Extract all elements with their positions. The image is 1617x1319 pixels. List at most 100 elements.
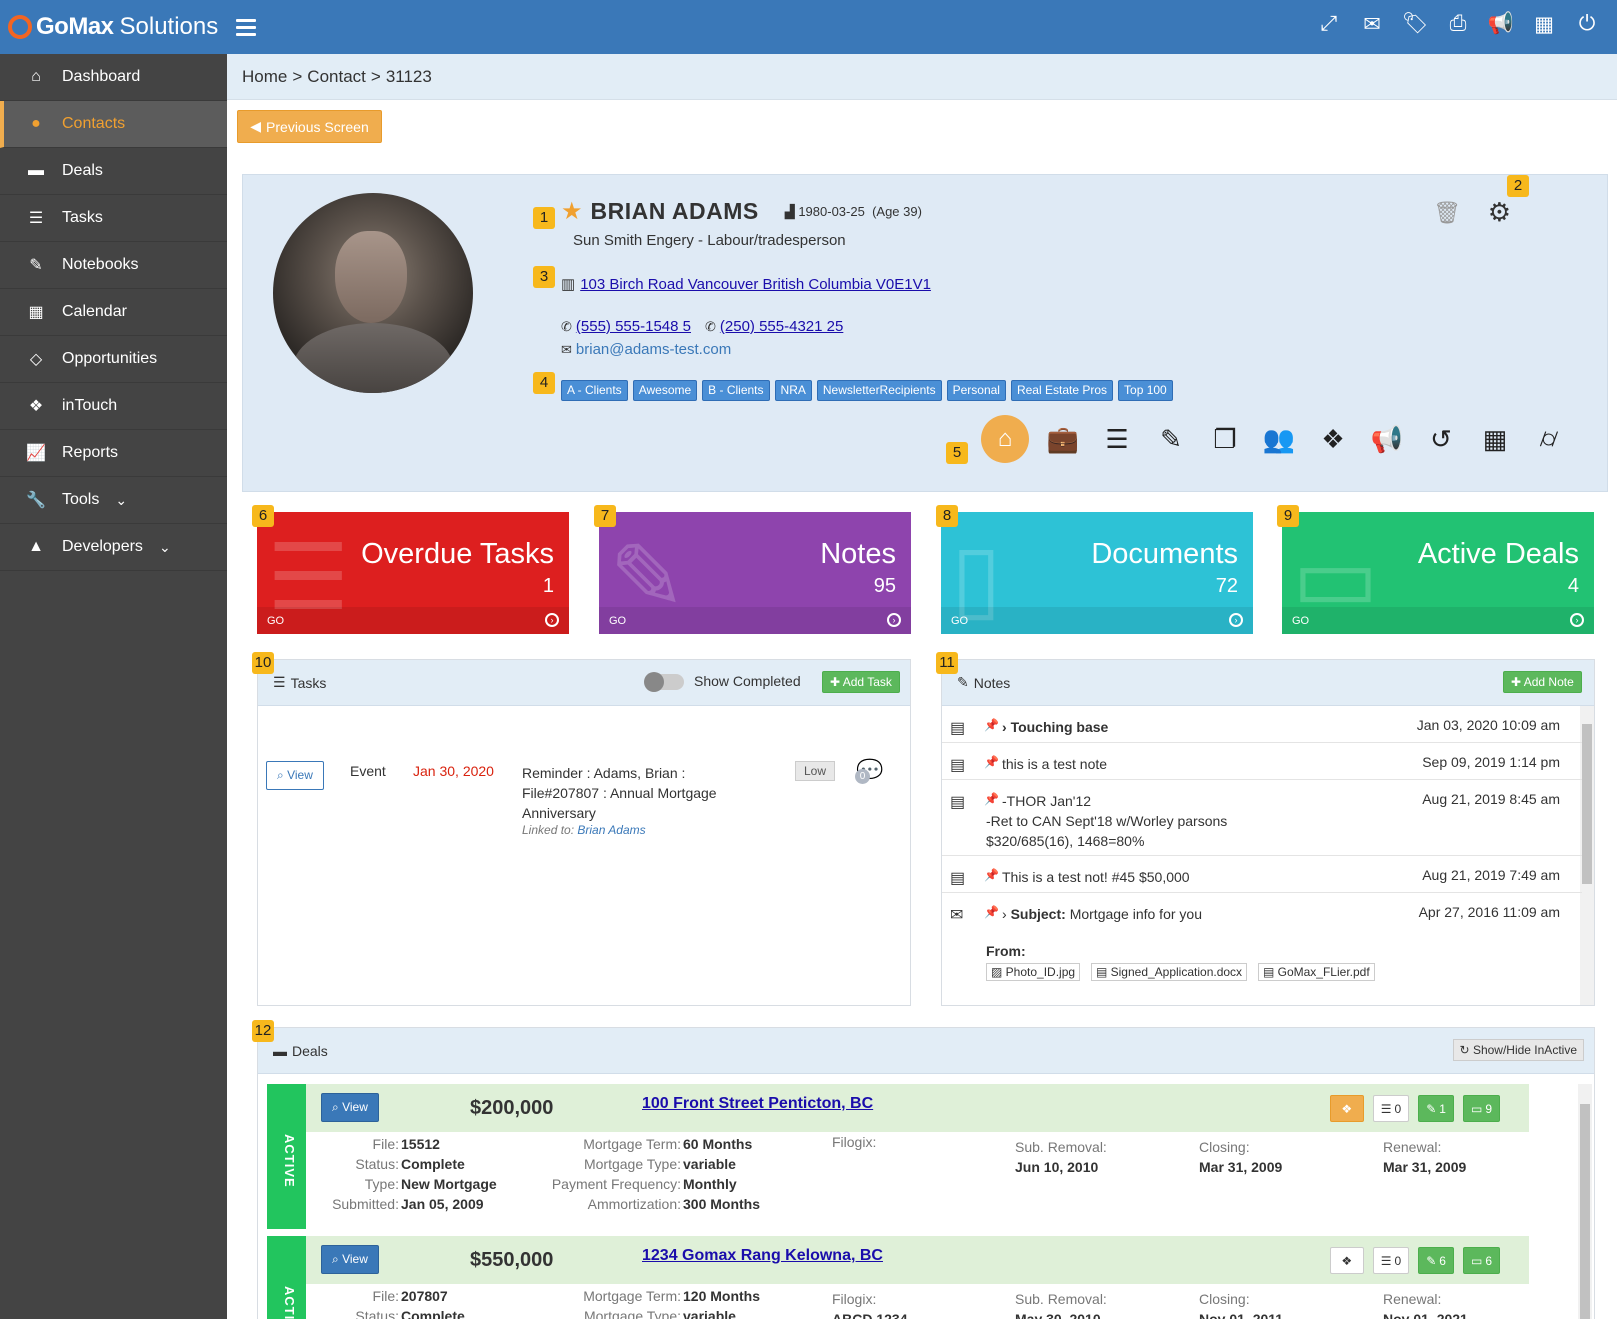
pin-icon[interactable]: 📌 <box>984 755 999 769</box>
history-icon[interactable]: ↺ <box>1425 423 1457 455</box>
note-row[interactable]: ▤ 📌 This is a test not! #45 $50,000 Aug 2… <box>942 856 1582 893</box>
sidebar-item-tasks[interactable]: ☰ Tasks <box>0 195 227 242</box>
deal-address-link[interactable]: 1234 Gomax Rang Kelowna, BC <box>642 1247 883 1265</box>
note-row[interactable]: ▤ 📌 › Touching base Jan 03, 2020 10:09 am <box>942 706 1582 743</box>
pin-icon[interactable]: 📌 <box>984 868 999 882</box>
phone-link-1[interactable]: (555) 555-1548 5 <box>576 318 691 335</box>
tag[interactable]: Top 100 <box>1118 380 1173 401</box>
app-logo[interactable]: GoMax Solutions <box>8 12 218 42</box>
tag[interactable]: B - Clients <box>702 380 770 401</box>
attachment-file[interactable]: ▤ Signed_Application.docx <box>1090 963 1248 981</box>
add-task-button[interactable]: ✚ Add Task <box>822 671 900 693</box>
deal-notes-button[interactable]: ✎ 1 <box>1418 1095 1454 1122</box>
arrow-circle-right-icon[interactable]: › <box>1570 613 1584 627</box>
edit-icon: ✎ <box>1426 1253 1437 1268</box>
previous-screen-button[interactable]: ◀ Previous Screen <box>237 110 382 143</box>
sidebar-item-reports[interactable]: 📈 Reports <box>0 430 227 477</box>
home-icon: ⌂ <box>31 68 41 85</box>
sidebar-item-deals[interactable]: ▬ Deals <box>0 148 227 195</box>
gear-icon[interactable]: ⚙ <box>1488 197 1511 228</box>
users-icon[interactable]: 👥 <box>1263 423 1295 455</box>
tile-go-link[interactable]: GO <box>951 615 968 627</box>
sidebar-item-dashboard[interactable]: ⌂ Dashboard <box>0 54 227 101</box>
bullhorn-icon[interactable]: 📢 <box>1371 423 1403 455</box>
sidebar-item-contacts[interactable]: ● Contacts <box>0 101 227 148</box>
scrollbar[interactable] <box>1578 1084 1592 1319</box>
trash-icon[interactable]: 🗑 <box>1433 200 1461 226</box>
sidebar-item-intouch[interactable]: ❖ inTouch <box>0 383 227 430</box>
deal-docs-button[interactable]: ▭ 9 <box>1462 1095 1500 1122</box>
address-link[interactable]: 103 Birch Road Vancouver British Columbi… <box>580 276 931 293</box>
cubes-icon[interactable]: ❖ <box>1329 1247 1364 1274</box>
sidebar-item-notebooks[interactable]: ✎ Notebooks <box>0 242 227 289</box>
tag[interactable]: Personal <box>946 380 1006 401</box>
linked-contact-link[interactable]: Brian Adams <box>577 823 645 837</box>
documents-tile[interactable]: ▯ Documents 72 GO › <box>941 512 1253 634</box>
overdue-tasks-tile[interactable]: ☰ Overdue Tasks 1 GO › <box>257 512 569 634</box>
deal-tasks-button[interactable]: ☰ 0 <box>1372 1247 1410 1274</box>
pin-icon[interactable]: 📌 <box>984 905 999 919</box>
view-deal-button[interactable]: ⌕ View <box>321 1245 379 1274</box>
sidebar-item-developers[interactable]: ▲ Developers ⌄ <box>0 524 227 571</box>
arrow-circle-right-icon[interactable]: › <box>1229 613 1243 627</box>
bullhorn-icon[interactable]: 📢 <box>1488 12 1514 36</box>
print-icon[interactable]: ⎙ <box>1446 12 1470 36</box>
deal-notes-button[interactable]: ✎ 6 <box>1418 1247 1454 1274</box>
tag[interactable]: NRA <box>774 380 812 401</box>
deal-address-link[interactable]: 100 Front Street Penticton, BC <box>642 1095 873 1113</box>
menu-toggle-button[interactable] <box>236 19 256 36</box>
tasks-icon[interactable]: ☰ <box>1101 423 1133 455</box>
pin-icon[interactable]: 📌 <box>984 718 999 732</box>
briefcase-icon[interactable]: 💼 <box>1047 423 1079 455</box>
deal-renewal: Nov 01, 2021 <box>1383 1311 1468 1319</box>
tag[interactable]: A - Clients <box>561 380 628 401</box>
deal-tasks-button[interactable]: ☰ 0 <box>1372 1095 1410 1122</box>
email-link[interactable]: brian@adams-test.com <box>576 341 731 358</box>
active-deals-tile[interactable]: ▭ Active Deals 4 GO › <box>1282 512 1594 634</box>
sidebar-item-calendar[interactable]: ▦ Calendar <box>0 289 227 336</box>
edit-icon[interactable]: ✎ <box>1155 423 1187 455</box>
star-icon[interactable]: ★ <box>561 197 583 226</box>
scrollbar[interactable] <box>1580 706 1594 1005</box>
book-icon: ▤ <box>950 757 966 774</box>
attachment-file[interactable]: ▨ Photo_ID.jpg <box>986 963 1081 981</box>
add-note-button[interactable]: ✚ Add Note <box>1503 671 1582 693</box>
show-completed-toggle[interactable]: Show Completed <box>644 672 801 693</box>
cubes-icon[interactable]: ❖ <box>1317 423 1349 455</box>
note-row[interactable]: ✉ 📌 › Subject: Mortgage info for you Apr … <box>942 893 1582 993</box>
copy-icon[interactable]: ❐ <box>1209 423 1241 455</box>
phone-link-2[interactable]: (250) 555-4321 25 <box>720 318 843 335</box>
breadcrumb-contact[interactable]: Contact <box>307 67 366 87</box>
expand-icon[interactable]: ⤢ <box>1317 12 1341 36</box>
note-row[interactable]: ▤ 📌 -THOR Jan'12 -Ret to CAN Sept'18 w/Wo… <box>942 780 1582 856</box>
show-hide-inactive-button[interactable]: ↻ Show/Hide InActive <box>1452 1039 1584 1061</box>
notes-tile[interactable]: ✎ Notes 95 GO › <box>599 512 911 634</box>
envelope-icon[interactable]: ✉ <box>1360 12 1384 36</box>
sidebar-item-opportunities[interactable]: ◇ Opportunities <box>0 336 227 383</box>
calendar-icon[interactable]: ▦ <box>1479 423 1511 455</box>
deal-docs-button[interactable]: ▭ 6 <box>1462 1247 1500 1274</box>
tile-go-link[interactable]: GO <box>1292 615 1309 627</box>
label: Sub. Removal: <box>1015 1139 1107 1155</box>
tile-go-link[interactable]: GO <box>609 615 626 627</box>
view-deal-button[interactable]: ⌕ View <box>321 1093 379 1122</box>
contact-company: Sun Smith Engery - Labour/tradesperson <box>573 232 846 249</box>
binoculars-icon[interactable]: ⌭ <box>1533 423 1565 455</box>
sidebar-item-tools[interactable]: 🔧 Tools ⌄ <box>0 477 227 524</box>
tags-icon[interactable]: 🏷 <box>1402 12 1429 36</box>
power-icon[interactable]: ⏻ <box>1575 12 1599 36</box>
calculator-icon[interactable]: ▦ <box>1532 12 1556 36</box>
arrow-circle-right-icon[interactable]: › <box>887 613 901 627</box>
tag[interactable]: Awesome <box>632 380 698 401</box>
cubes-icon[interactable]: ❖ <box>1329 1095 1364 1122</box>
note-row[interactable]: ▤ 📌 this is a test note Sep 09, 2019 1:14… <box>942 743 1582 780</box>
tile-go-link[interactable]: GO <box>267 615 284 627</box>
tag[interactable]: Real Estate Pros <box>1010 380 1114 401</box>
arrow-circle-right-icon[interactable]: › <box>545 613 559 627</box>
breadcrumb-home[interactable]: Home <box>242 67 287 87</box>
step-badge: 5 <box>946 442 968 464</box>
attachment-file[interactable]: ▤ GoMax_FLier.pdf <box>1257 963 1375 981</box>
home-icon[interactable]: ⌂ <box>981 415 1029 463</box>
view-task-button[interactable]: ⌕ View <box>266 761 324 790</box>
tag[interactable]: NewsletterRecipients <box>816 380 942 401</box>
